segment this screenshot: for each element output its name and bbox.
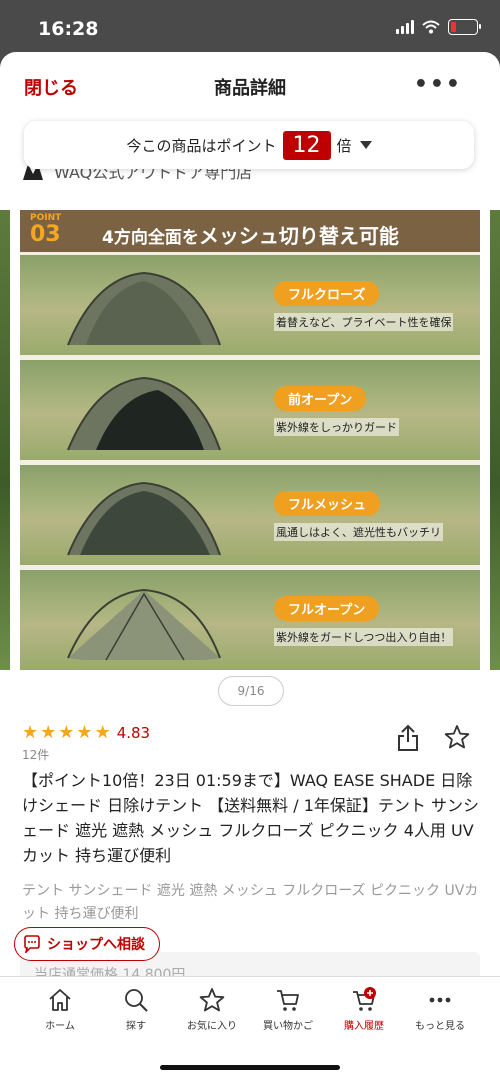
tab-label: 買い物かご	[263, 1021, 313, 1032]
tent-mesh-illustration	[67, 481, 221, 556]
image-panel-full-mesh: フルメッシュ 風通しはよく、遮光性もバッチリ	[20, 465, 480, 565]
share-icon[interactable]	[396, 724, 420, 752]
product-subtitle: テント サンシェード 遮光 遮熱 メッシュ フルクローズ ピクニック UVカット…	[22, 883, 479, 922]
status-bar: 16:28	[0, 0, 500, 58]
image-panel-front-open: 前オープン 紫外線をしっかりガード	[20, 360, 480, 460]
signal-icon	[396, 20, 414, 34]
panel-description: 着替えなど、プライベート性を確保	[274, 313, 454, 331]
point-number: 03	[30, 222, 61, 247]
battery-icon	[448, 19, 481, 35]
rating-star-icon: ★	[58, 722, 75, 743]
rating-value: 4.83	[116, 723, 151, 742]
headline-prefix: 4方向全面を	[102, 228, 199, 248]
image-pager: 9/16	[218, 676, 284, 706]
tab-label: ホーム	[45, 1021, 75, 1032]
image-headline: 4方向全面をメッシュ切り替え可能	[102, 220, 399, 249]
more-options-button[interactable]: •••	[414, 72, 462, 97]
next-image-peek[interactable]	[490, 210, 500, 670]
chat-icon	[24, 935, 40, 953]
home-indicator	[160, 1065, 340, 1070]
headline-emphasis: メッシュ切り替え可能	[198, 224, 399, 248]
caret-down-icon	[359, 141, 372, 149]
point-text-after: 倍	[336, 136, 352, 155]
rating-star-icon: ★	[40, 722, 57, 743]
point-multiplier-banner[interactable]: 今この商品はポイント 12 倍	[24, 121, 474, 169]
product-title: 【ポイント10倍！23日 01:59まで】WAQ EASE SHADE 日除けシ…	[22, 771, 480, 865]
star-icon	[199, 988, 225, 1012]
tab-search[interactable]: 探す	[101, 987, 171, 1032]
rating-star-icon: ★	[94, 722, 111, 743]
tent-full-open-illustration	[67, 588, 221, 661]
consult-shop-label: ショップへ相談	[47, 937, 145, 953]
consult-shop-button[interactable]: ショップへ相談	[14, 927, 160, 961]
image-panel-full-close: フルクローズ 着替えなど、プライベート性を確保	[20, 255, 480, 355]
panel-label: 前オープン	[274, 386, 367, 411]
tent-front-open-illustration	[67, 376, 221, 451]
tab-cart[interactable]: 買い物かご	[253, 987, 323, 1032]
panel-label: フルメッシュ	[274, 491, 381, 516]
product-image[interactable]: POINT 03 4方向全面をメッシュ切り替え可能 フルクローズ 着替えなど、プ…	[20, 210, 480, 670]
favorite-star-icon[interactable]	[444, 724, 470, 750]
tab-label: 探す	[126, 1021, 146, 1032]
review-count[interactable]: 12件	[22, 746, 49, 763]
panel-description: 風通しはよく、遮光性もバッチリ	[274, 523, 443, 541]
purchase-history-icon	[353, 987, 376, 1011]
prev-image-peek[interactable]	[0, 210, 10, 670]
tab-home[interactable]: ホーム	[25, 987, 95, 1032]
status-icons	[396, 19, 481, 35]
rating-star-icon: ★	[22, 722, 39, 743]
tab-label: 購入履歴	[344, 1021, 384, 1032]
image-header: POINT 03 4方向全面をメッシュ切り替え可能	[20, 210, 480, 252]
panel-description: 紫外線をガードしつつ出入り自由！	[274, 628, 454, 646]
tab-purchase-history[interactable]: 購入履歴	[329, 987, 399, 1032]
search-icon	[125, 989, 148, 1012]
rating-row[interactable]: ★ ★ ★ ★ ★ 4.83	[22, 722, 150, 743]
tab-label: お気に入り	[187, 1021, 237, 1032]
tab-more[interactable]: もっと見る	[405, 987, 475, 1032]
rating-star-icon: ★	[76, 722, 93, 743]
panel-label: フルオープン	[274, 596, 380, 621]
panel-description: 紫外線をしっかりガード	[274, 418, 399, 436]
product-image-carousel[interactable]: POINT 03 4方向全面をメッシュ切り替え可能 フルクローズ 着替えなど、プ…	[0, 210, 500, 670]
panel-label: フルクローズ	[274, 281, 380, 306]
bottom-tab-bar: ホーム 探す お気に入り 買い物かご 購入履歴 もっと見る	[0, 976, 500, 1080]
status-time: 16:28	[38, 18, 99, 40]
tent-closed-illustration	[67, 271, 221, 346]
more-icon	[429, 997, 451, 1003]
point-text-before: 今この商品はポイント	[126, 136, 277, 155]
nav-bar: 閉じる 商品詳細 •••	[0, 52, 500, 116]
product-detail-sheet: 閉じる 商品詳細 ••• WAQ公式アウトドア専門店 今この商品はポイント 12…	[0, 52, 500, 1080]
wifi-icon	[422, 20, 440, 34]
image-panel-full-open: フルオープン 紫外線をガードしつつ出入り自由！	[20, 570, 480, 670]
home-icon	[49, 989, 71, 1011]
tab-label: もっと見る	[415, 1021, 465, 1032]
point-multiplier: 12	[282, 130, 331, 160]
tab-favorites[interactable]: お気に入り	[177, 987, 247, 1032]
cart-icon	[277, 990, 299, 1011]
